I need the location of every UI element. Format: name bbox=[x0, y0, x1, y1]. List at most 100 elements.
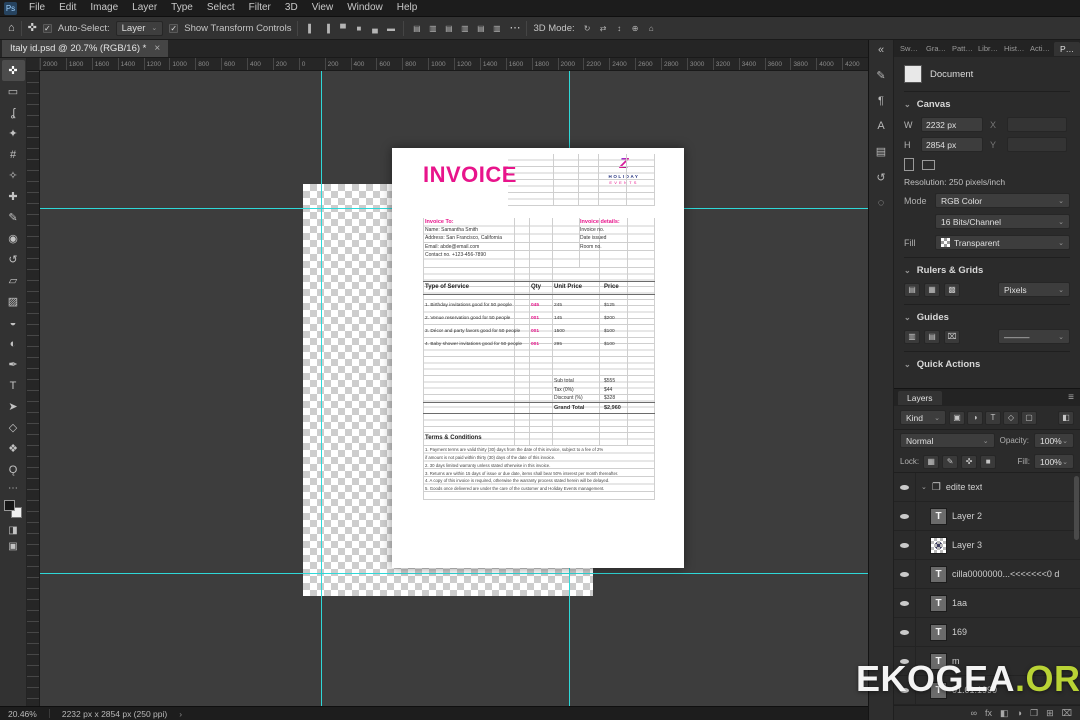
grid-icon[interactable]: ▦ bbox=[924, 282, 940, 297]
filter-type-icon[interactable]: T bbox=[985, 410, 1001, 425]
portrait-orientation-icon[interactable] bbox=[904, 158, 914, 171]
guides-icon[interactable]: ▥ bbox=[904, 329, 920, 344]
layer-row[interactable]: Layer 3 bbox=[894, 531, 1080, 560]
history-brush-tool[interactable]: ↺ bbox=[2, 249, 25, 270]
layer-visibility-toggle[interactable] bbox=[894, 531, 916, 559]
layer-visibility-toggle[interactable] bbox=[894, 618, 916, 646]
y-field[interactable] bbox=[1007, 137, 1067, 152]
tab-gradi[interactable]: Gradi... bbox=[924, 42, 949, 55]
landscape-orientation-icon[interactable] bbox=[922, 159, 935, 170]
clear-guides-icon[interactable]: ⌧ bbox=[944, 329, 960, 344]
quick-actions-header[interactable]: ⌄ Quick Actions bbox=[904, 359, 1070, 370]
layer-row[interactable]: Tcilla0000000...<<<<<<<0 d bbox=[894, 560, 1080, 589]
dodge-tool[interactable]: ◐ bbox=[2, 333, 25, 354]
path-selection-tool[interactable]: ➤ bbox=[2, 396, 25, 417]
crop-tool[interactable]: # bbox=[2, 144, 25, 165]
menu-3d[interactable]: 3D bbox=[278, 0, 305, 16]
tab-histo[interactable]: Histo... bbox=[1002, 42, 1027, 55]
vertical-ruler[interactable] bbox=[27, 71, 40, 706]
tab-swat[interactable]: Swat... bbox=[898, 42, 923, 55]
3d-slide-icon[interactable]: ⊕ bbox=[629, 24, 642, 33]
filter-pixel-icon[interactable]: ▣ bbox=[949, 410, 965, 425]
tab-libra[interactable]: Libra... bbox=[976, 42, 1001, 55]
lock-position-icon[interactable]: ✜ bbox=[961, 454, 978, 469]
character-panel-icon[interactable]: A bbox=[877, 120, 884, 132]
guide-vertical-1[interactable] bbox=[321, 71, 322, 706]
foreground-color-swatch[interactable] bbox=[4, 500, 15, 511]
gradient-tool[interactable]: ▨ bbox=[2, 291, 25, 312]
brush-tool[interactable]: ✎ bbox=[2, 207, 25, 228]
distribute-left-icon[interactable]: ▥ bbox=[458, 24, 471, 33]
collapse-panels-icon[interactable]: « bbox=[878, 44, 884, 56]
menu-view[interactable]: View bbox=[305, 0, 341, 16]
align-top-icon[interactable]: ■ bbox=[352, 24, 365, 33]
layer-fill-dropdown[interactable]: 100% ⌄ bbox=[1034, 454, 1074, 469]
shape-tool[interactable]: ◇ bbox=[2, 417, 25, 438]
auto-select-checkbox[interactable]: ✓ bbox=[42, 23, 52, 33]
close-icon[interactable]: × bbox=[154, 43, 160, 54]
layer-row[interactable]: T 169 bbox=[894, 618, 1080, 647]
eyedropper-tool[interactable]: ✧ bbox=[2, 165, 25, 186]
paragraph-panel-icon[interactable]: ¶ bbox=[878, 95, 884, 107]
history-panel-icon[interactable]: ↺ bbox=[876, 171, 885, 184]
lasso-tool[interactable]: ʆ bbox=[2, 102, 25, 123]
filter-smart-icon[interactable]: ▢ bbox=[1021, 410, 1037, 425]
filter-adjustment-icon[interactable]: ◑ bbox=[967, 410, 983, 425]
lock-transparent-icon[interactable]: ▦ bbox=[923, 454, 940, 469]
filter-shape-icon[interactable]: ◇ bbox=[1003, 410, 1019, 425]
panel-menu-icon[interactable]: ≡ bbox=[1068, 392, 1074, 403]
ruler-icon[interactable]: ▤ bbox=[904, 282, 920, 297]
layer-visibility-toggle[interactable] bbox=[894, 473, 916, 501]
layer-effects-icon[interactable]: fx bbox=[985, 708, 992, 718]
filter-toggle-icon[interactable]: ◧ bbox=[1058, 410, 1074, 425]
distribute-right-icon[interactable]: ▥ bbox=[490, 24, 503, 33]
type-tool[interactable]: T bbox=[2, 375, 25, 396]
link-layers-icon[interactable]: ∞ bbox=[971, 708, 977, 718]
height-field[interactable]: 2854 px bbox=[921, 137, 983, 152]
brush-settings-icon[interactable]: ✎ bbox=[876, 69, 885, 82]
tab-layers[interactable]: Layers bbox=[898, 390, 942, 405]
move-tool[interactable]: ✜ bbox=[1, 60, 25, 81]
menu-file[interactable]: File bbox=[22, 0, 52, 16]
info-panel-icon[interactable]: ◌ bbox=[878, 197, 885, 209]
invoice-document[interactable]: INVOICE Z HOLIDAY EVENTS bbox=[392, 148, 684, 568]
distribute-middle-icon[interactable]: ▥ bbox=[426, 24, 439, 33]
color-swatches[interactable] bbox=[4, 500, 22, 518]
lock-all-icon[interactable]: ■ bbox=[980, 454, 997, 469]
menu-filter[interactable]: Filter bbox=[242, 0, 278, 16]
pen-tool[interactable]: ✒ bbox=[2, 354, 25, 375]
layer-mask-icon[interactable]: ◧ bbox=[1000, 708, 1009, 719]
layer-row[interactable]: ⌄ ❐ edite text bbox=[894, 473, 1080, 502]
3d-roll-icon[interactable]: ⇄ bbox=[597, 24, 610, 33]
blend-mode-dropdown[interactable]: Normal ⌄ bbox=[900, 433, 995, 448]
hand-tool[interactable]: ❖ bbox=[2, 438, 25, 459]
align-center-h-icon[interactable]: ▐ bbox=[320, 24, 333, 33]
zoom-tool[interactable]: Ǫ bbox=[2, 459, 25, 480]
distribute-center-icon[interactable]: ▤ bbox=[474, 24, 487, 33]
3d-drag-icon[interactable]: ↕ bbox=[613, 24, 626, 33]
auto-select-dropdown[interactable]: Layer ⌄ bbox=[115, 20, 164, 36]
lock-paint-icon[interactable]: ✎ bbox=[942, 454, 959, 469]
align-bottom-icon[interactable]: ▬ bbox=[384, 24, 397, 33]
canvas[interactable]: INVOICE Z HOLIDAY EVENTS bbox=[40, 71, 868, 706]
zoom-level[interactable]: 20.46% bbox=[8, 709, 37, 719]
new-layer-icon[interactable]: ⊞ bbox=[1046, 708, 1054, 719]
blur-tool[interactable]: ◒ bbox=[2, 312, 25, 333]
opacity-dropdown[interactable]: 100% ⌄ bbox=[1034, 433, 1074, 448]
clone-stamp-tool[interactable]: ◉ bbox=[2, 228, 25, 249]
align-middle-icon[interactable]: ▄ bbox=[368, 24, 381, 33]
color-mode-dropdown[interactable]: RGB Color ⌄ bbox=[935, 193, 1070, 208]
distribute-top-icon[interactable]: ▤ bbox=[410, 24, 423, 33]
layer-row[interactable]: T 1aa bbox=[894, 589, 1080, 618]
width-field[interactable]: 2232 px bbox=[921, 117, 983, 132]
tab-patte[interactable]: Patte... bbox=[950, 42, 975, 55]
screen-mode-icon[interactable]: ▣ bbox=[2, 538, 25, 554]
3d-scale-icon[interactable]: ⌂ bbox=[645, 24, 658, 33]
distribute-bottom-icon[interactable]: ▤ bbox=[442, 24, 455, 33]
delete-layer-icon[interactable]: ⌧ bbox=[1062, 708, 1072, 719]
x-field[interactable] bbox=[1007, 117, 1067, 132]
kind-filter-dropdown[interactable]: Kind ⌄ bbox=[900, 410, 946, 425]
edit-toolbar-icon[interactable]: ⋯ bbox=[2, 480, 25, 496]
menu-type[interactable]: Type bbox=[164, 0, 200, 16]
group-expand-icon[interactable]: ⌄ bbox=[921, 483, 927, 491]
